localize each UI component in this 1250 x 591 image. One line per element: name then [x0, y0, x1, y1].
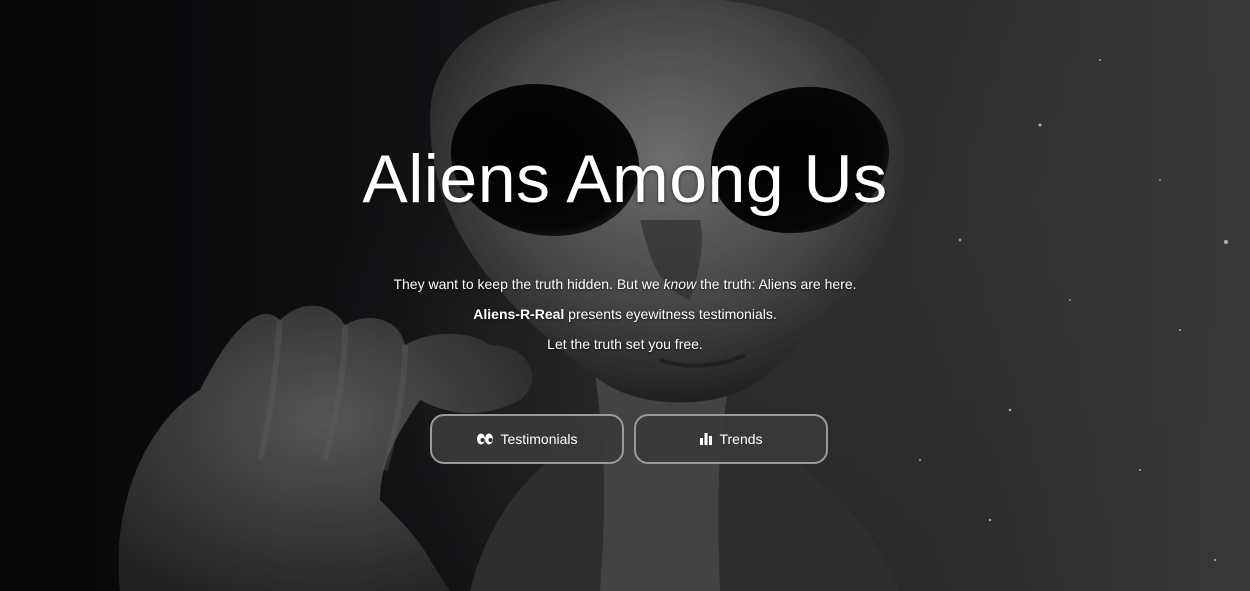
- trends-button-label: Trends: [719, 431, 763, 447]
- tagline-line-2: Aliens-R-Real presents eyewitness testim…: [0, 306, 1250, 322]
- bar-chart-icon: [699, 432, 713, 446]
- hero-section: Aliens Among Us They want to keep the tr…: [0, 0, 1250, 591]
- eyes-icon: [476, 432, 494, 446]
- tagline-text: presents eyewitness testimonials.: [564, 306, 777, 322]
- tagline-line-3: Let the truth set you free.: [547, 336, 703, 352]
- page-title: Aliens Among Us: [362, 141, 888, 217]
- cta-buttons: Testimonials Trends: [430, 414, 835, 468]
- brand-name: Aliens-R-Real: [473, 306, 565, 322]
- testimonials-button[interactable]: Testimonials: [430, 414, 624, 464]
- trends-button[interactable]: Trends: [634, 414, 828, 464]
- testimonials-button-label: Testimonials: [500, 431, 578, 447]
- hero-content: Aliens Among Us They want to keep the tr…: [0, 0, 1250, 591]
- tagline-text: They want to keep the truth hidden. But …: [393, 276, 664, 292]
- emphasis-know: know: [663, 276, 697, 292]
- tagline-text: the truth: Aliens are here.: [696, 276, 857, 292]
- tagline-line-1: They want to keep the truth hidden. But …: [0, 276, 1250, 292]
